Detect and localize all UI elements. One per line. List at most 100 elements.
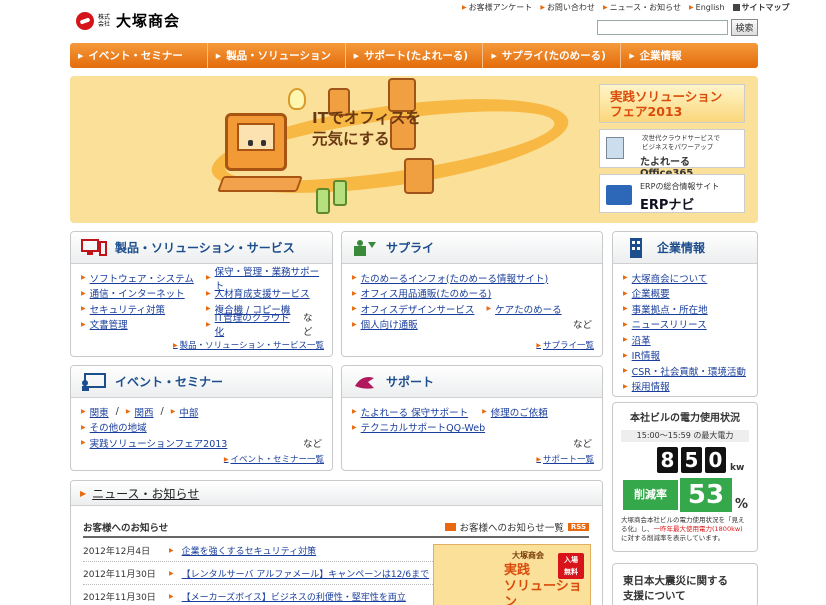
- support-bird-icon: [352, 372, 378, 392]
- arrow-right-icon: ▶: [623, 289, 628, 297]
- company-link-recruit[interactable]: 採用情報: [632, 379, 670, 393]
- events-link-kanto[interactable]: 関東: [90, 405, 109, 419]
- supply-link-personal[interactable]: 個人向け通販: [361, 317, 418, 331]
- monitor-icon: [606, 137, 624, 159]
- company-link-about[interactable]: 大塚商会について: [632, 271, 708, 285]
- support-header: サポート: [342, 366, 602, 398]
- company-box: 企業情報 ▶ 大塚商会について ▶ 企業概要 ▶ 事業拠点・所在地 ▶ ニュースリリース…: [612, 231, 758, 397]
- nav-events[interactable]: ▶ イベント・セミナー: [70, 43, 208, 68]
- products-title: 製品・ソリューション・サービス: [115, 241, 295, 255]
- events-title: イベント・セミナー: [115, 375, 224, 389]
- company-link-history[interactable]: 沿革: [632, 333, 651, 347]
- events-header: イベント・セミナー: [71, 366, 332, 398]
- news-list-link[interactable]: お客様へのお知らせ一覧: [460, 520, 564, 534]
- news-item: 2012年11月30日 ▶ 【レンタルサーバ アルファメール】キャンペーンは12…: [83, 562, 433, 585]
- logo-kabushiki: 株式会社: [98, 13, 111, 28]
- utility-survey-link[interactable]: ▶ お客様アンケート: [462, 2, 532, 13]
- supply-header: サプライ: [342, 232, 602, 264]
- events-link-chubu[interactable]: 中部: [179, 405, 198, 419]
- news-title-link[interactable]: ニュース・お知らせ: [92, 485, 199, 502]
- arrow-right-icon: ▶: [491, 51, 497, 60]
- support-more-link[interactable]: ▶ サポート一覧: [536, 453, 594, 465]
- arrow-right-icon: ▶: [352, 423, 357, 431]
- arrow-right-icon: ▶: [623, 367, 628, 375]
- company-link-csr[interactable]: CSR・社会貢献・環境活動: [632, 364, 746, 378]
- arrow-right-icon: ▶: [623, 320, 628, 328]
- support-link-qqweb[interactable]: テクニカルサポートQQ-Web: [361, 420, 485, 434]
- nav-support[interactable]: ▶ サポート(たよれーる): [346, 43, 484, 68]
- nav-supply[interactable]: ▶ サプライ(たのめーる): [483, 43, 622, 68]
- products-link-security[interactable]: セキュリティ対策: [90, 302, 165, 316]
- supply-link-care[interactable]: ケアたのめーる: [495, 302, 562, 316]
- arrow-right-icon: ▶: [169, 592, 174, 600]
- company-link-news-release[interactable]: ニュースリリース: [632, 317, 707, 331]
- fair-promo-banner[interactable]: 大塚商会 実践 ソリューション 入場 無料: [433, 544, 591, 605]
- supply-more-link[interactable]: ▶ サプライ一覧: [536, 339, 594, 351]
- search-button[interactable]: 検索: [731, 19, 758, 36]
- arrow-right-icon: ▶: [81, 408, 86, 416]
- hero-catchcopy: ITでオフィスを 元気にする: [312, 109, 422, 148]
- supply-link-info[interactable]: たのめーるインフォ(たのめーる情報サイト): [361, 271, 549, 285]
- company-header: 企業情報: [613, 232, 757, 264]
- company-link-ir[interactable]: IR情報: [632, 348, 660, 362]
- arrow-right-icon: ▶: [206, 305, 211, 313]
- banner-solution-fair[interactable]: 実践ソリューション フェア2013: [599, 84, 745, 123]
- power-time: 15:00～15:59 の最大電力: [621, 430, 749, 442]
- search-input[interactable]: [597, 20, 728, 35]
- banner-office365[interactable]: 次世代クラウドサービスで ビジネスをパワーアップ たよれーる Office365: [599, 129, 745, 179]
- logo-mark-icon: [76, 11, 94, 30]
- products-link-cloud[interactable]: IT管理のクラウド化: [215, 310, 299, 338]
- news-item-link[interactable]: 企業を強くするセキュリティ対策: [182, 544, 316, 557]
- events-link-other[interactable]: その他の地域: [90, 420, 147, 434]
- news-header: ▶ ニュース・お知らせ: [71, 481, 602, 506]
- news-sub-label: お客様へのお知らせ: [83, 523, 169, 534]
- utility-links: ▶ お客様アンケート ▶ お問い合わせ ▶ ニュース・お知らせ ▶ English サイ…: [462, 2, 790, 13]
- computer-character-icon: [225, 113, 287, 171]
- news-item-link[interactable]: 【レンタルサーバ アルファメール】キャンペーンは12/6まで: [182, 567, 429, 580]
- sitemap-link[interactable]: サイトマップ: [732, 2, 790, 13]
- products-more-link[interactable]: ▶ 製品・ソリューション・サービス一覧: [173, 339, 324, 351]
- rss-icon[interactable]: RSS: [567, 523, 589, 531]
- arrow-right-icon: ▶: [169, 546, 174, 554]
- utility-news-link[interactable]: ▶ ニュース・お知らせ: [603, 2, 681, 13]
- arrow-right-icon: ▶: [352, 320, 357, 328]
- supply-link-tanomeru[interactable]: オフィス用品通販(たのめーる): [361, 286, 492, 300]
- utility-english-link[interactable]: ▶ English: [689, 2, 725, 13]
- news-box: ▶ ニュース・お知らせ お客様へのお知らせ お客様へのお知らせ一覧 RSS 20…: [70, 480, 603, 605]
- products-link-software[interactable]: ソフトウェア・システム: [90, 271, 194, 285]
- nav-products[interactable]: ▶ 製品・ソリューション: [208, 43, 346, 68]
- company-title: 企業情報: [657, 241, 706, 255]
- projector-icon: [388, 78, 416, 112]
- news-subheader: お客様へのお知らせ お客様へのお知らせ一覧 RSS: [83, 520, 589, 538]
- arrow-right-icon: ▶: [173, 341, 178, 349]
- events-link-kansai[interactable]: 関西: [134, 405, 153, 419]
- products-link-network[interactable]: 通信・インターネット: [90, 286, 185, 300]
- arrow-right-icon: ▶: [206, 320, 211, 328]
- news-item-link[interactable]: 【メーカーズボイス】ビジネスの利便性・堅牢性を両立: [182, 590, 406, 603]
- arrow-right-icon: ▶: [81, 305, 86, 313]
- nav-company[interactable]: ▶ 企業情報: [621, 43, 758, 68]
- company-logo[interactable]: 株式会社 大塚商会: [76, 10, 180, 31]
- support-link-repair[interactable]: 修理のご依頼: [491, 405, 548, 419]
- events-link-fair[interactable]: 実践ソリューションフェア2013: [90, 436, 228, 450]
- earthquake-support-box[interactable]: 東日本大震災に関する 支援について: [612, 563, 758, 605]
- supply-link-office-design[interactable]: オフィスデザインサービス: [361, 302, 475, 316]
- arrow-right-icon: ▶: [215, 51, 222, 60]
- reduction-value: 53: [680, 478, 732, 512]
- arrow-right-icon: ▶: [80, 488, 87, 498]
- products-link-document[interactable]: 文書管理: [90, 317, 128, 331]
- company-link-locations[interactable]: 事業拠点・所在地: [632, 302, 708, 316]
- company-link-overview[interactable]: 企業概要: [632, 286, 670, 300]
- products-link-training[interactable]: 人材育成支援サービス: [215, 286, 310, 300]
- support-link-maintenance[interactable]: たよれーる 保守サポート: [361, 405, 469, 419]
- support-box: サポート ▶ たよれーる 保守サポート ▶ 修理のご依頼 ▶ テクニカルサポートQQ-W…: [341, 365, 603, 471]
- events-more-link[interactable]: ▶ イベント・セミナー一覧: [224, 453, 324, 465]
- utility-contact-link[interactable]: ▶ お問い合わせ: [540, 2, 595, 13]
- arrow-right-icon: ▶: [540, 4, 545, 11]
- banner-erp-navi[interactable]: ERPの総合情報サイト ERPナビ: [599, 174, 745, 213]
- hero-banner[interactable]: ITでオフィスを 元気にする 実践ソリューション フェア2013 次世代クラウド…: [70, 76, 758, 223]
- mobile-phone-icon: [316, 188, 330, 214]
- supply-icon: [352, 238, 378, 258]
- list-icon: [444, 523, 456, 531]
- arrow-right-icon: ▶: [81, 320, 86, 328]
